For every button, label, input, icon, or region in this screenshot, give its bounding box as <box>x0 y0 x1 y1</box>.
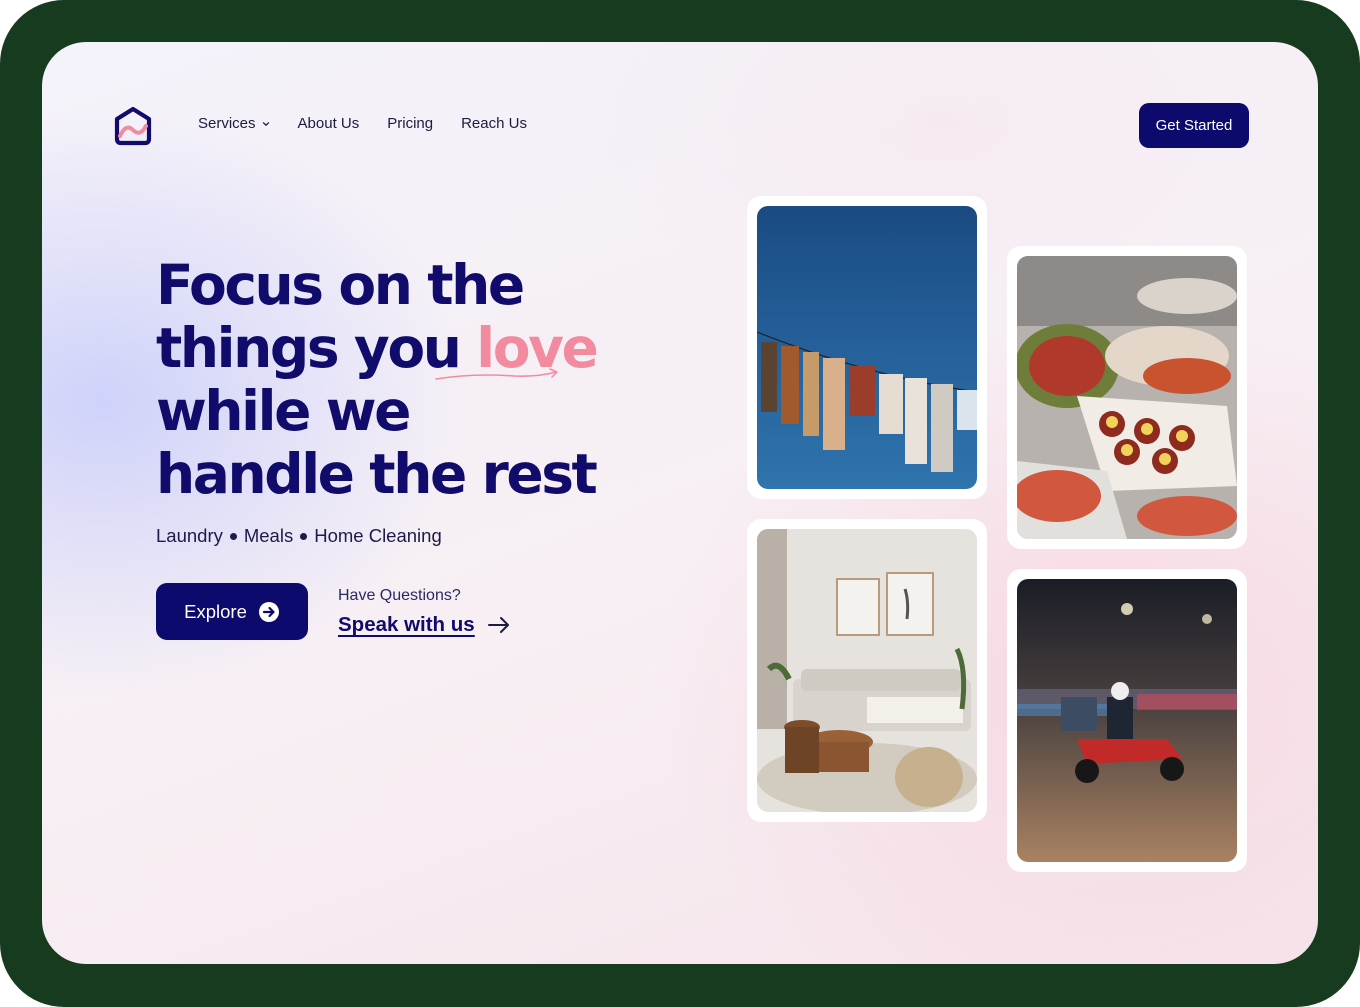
meals-image <box>1017 256 1237 539</box>
headline-line: Focus on the <box>156 253 525 317</box>
nav-item-about-us[interactable]: About Us <box>298 115 360 132</box>
nav-item-services[interactable]: Services <box>198 115 270 132</box>
get-started-button[interactable]: Get Started <box>1139 103 1249 148</box>
nav-item-label: About Us <box>297 115 360 132</box>
service-laundry: Laundry <box>156 525 223 546</box>
arrow-right-circle-icon <box>258 601 279 622</box>
image-card-laundry <box>747 196 987 499</box>
services-list: Laundry Meals Home Cleaning <box>156 525 442 547</box>
questions-label: Have Questions? <box>338 587 461 604</box>
headline-line: handle the rest <box>156 442 598 506</box>
explore-button[interactable]: Explore <box>156 583 308 640</box>
hero-headline: Focus on the things you love while we ha… <box>156 254 676 506</box>
nav-item-label: Reach Us <box>461 115 527 132</box>
headline-line: while we <box>156 379 411 443</box>
nav-item-reach-us[interactable]: Reach Us <box>461 115 527 132</box>
page-screen: Services About Us Pricing Reach Us Get S… <box>42 42 1318 964</box>
cleaning-image <box>757 529 977 812</box>
squiggle-underline-icon <box>435 368 558 380</box>
explore-label: Explore <box>184 600 247 622</box>
speak-with-us-label: Speak with us <box>338 613 475 636</box>
headline-text: things you <box>156 316 477 380</box>
image-card-cleaning <box>747 519 987 822</box>
speak-with-us-link[interactable]: Speak with us <box>338 613 511 637</box>
delivery-image <box>1017 579 1237 862</box>
nav-item-label: Pricing <box>387 115 434 132</box>
main-nav: Services About Us Pricing Reach Us <box>198 115 527 132</box>
bullet-dot <box>229 532 237 540</box>
arrow-right-icon <box>487 617 509 633</box>
brand-logo-icon[interactable] <box>114 106 152 146</box>
chevron-down-icon <box>262 121 269 126</box>
device-frame: Services About Us Pricing Reach Us Get S… <box>0 0 1360 1007</box>
laundry-image <box>757 206 977 489</box>
service-home-cleaning: Home Cleaning <box>314 525 442 546</box>
bullet-dot <box>300 532 308 540</box>
nav-item-label: Services <box>198 115 256 132</box>
nav-item-pricing[interactable]: Pricing <box>387 115 433 132</box>
service-meals: Meals <box>243 525 294 546</box>
headline-line: things you love <box>156 317 676 380</box>
image-card-delivery <box>1007 569 1247 872</box>
image-card-meals <box>1007 246 1247 549</box>
